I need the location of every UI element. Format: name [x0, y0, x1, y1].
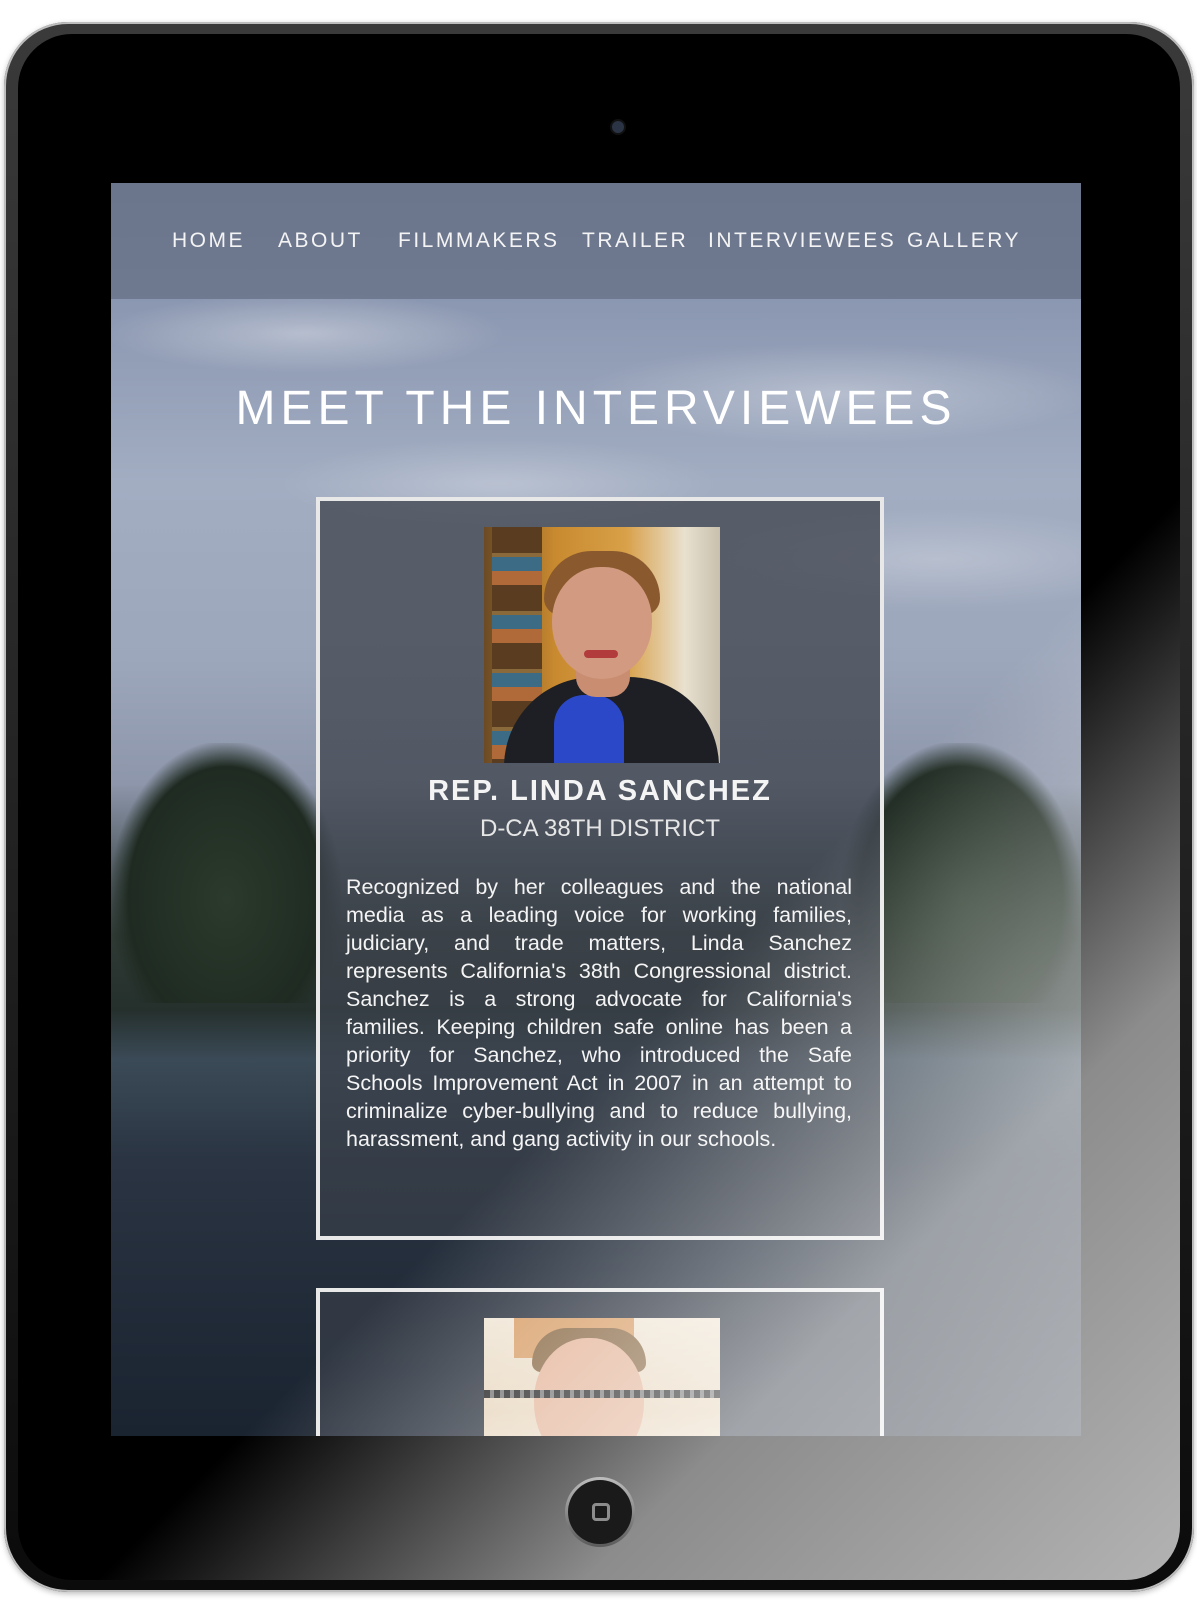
interviewee-district: D-CA 38TH DISTRICT	[479, 815, 721, 842]
trees-left	[111, 743, 341, 1003]
nav-home[interactable]: HOME	[172, 229, 245, 253]
nav-trailer[interactable]: TRAILER	[582, 229, 688, 253]
nav-interviewees[interactable]: INTERVIEWEES	[708, 229, 896, 253]
screen: HOME ABOUT FILMMAKERS TRAILER INTERVIEWE…	[111, 183, 1081, 1436]
camera-icon	[612, 121, 624, 133]
nav-filmmakers[interactable]: FILMMAKERS	[398, 229, 560, 253]
interviewee-name: REP. LINDA SANCHEZ	[428, 775, 772, 807]
top-nav: HOME ABOUT FILMMAKERS TRAILER INTERVIEWE…	[111, 183, 1081, 299]
interviewee-photo-next	[484, 1318, 720, 1436]
nav-gallery[interactable]: GALLERY	[907, 229, 1021, 253]
interviewee-card-next	[316, 1288, 884, 1436]
interviewee-bio: Recognized by her colleagues and the nat…	[346, 875, 852, 1151]
interviewee-photo	[484, 527, 720, 763]
home-button[interactable]	[565, 1477, 635, 1547]
home-square-icon	[592, 1503, 610, 1521]
page-title: MEET THE INTERVIEWEES	[235, 382, 957, 435]
interviewee-card: REP. LINDA SANCHEZ D-CA 38TH DISTRICT Re…	[316, 497, 884, 1240]
nav-about[interactable]: ABOUT	[278, 229, 363, 253]
